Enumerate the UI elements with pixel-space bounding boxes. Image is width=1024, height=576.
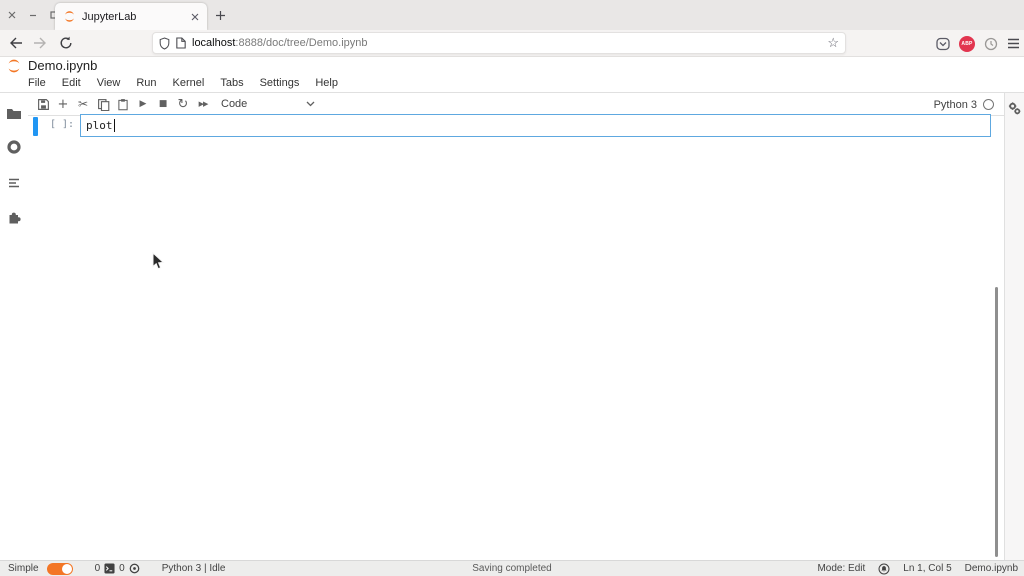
restart-run-all-icon[interactable]: ▶▶ — [196, 97, 210, 111]
page-info-icon[interactable] — [176, 37, 186, 49]
cell-input-prompt: [ ]: — [50, 119, 75, 130]
cell-source-text: plot — [86, 119, 113, 132]
cell-code-editor[interactable]: plot — [80, 114, 991, 137]
bookmark-star-icon[interactable]: ☆ — [827, 35, 839, 51]
right-sidebar — [1004, 93, 1024, 560]
notebook-scrollbar[interactable] — [995, 287, 998, 557]
table-of-contents-icon[interactable] — [6, 175, 22, 191]
tab-title: JupyterLab — [82, 10, 137, 23]
notification-bell-icon[interactable] — [878, 563, 890, 575]
new-tab-button[interactable] — [212, 7, 228, 23]
browser-tab-strip: JupyterLab — [0, 0, 1024, 30]
menu-edit[interactable]: Edit — [54, 76, 89, 93]
file-browser-icon[interactable] — [6, 106, 22, 122]
menu-kernel[interactable]: Kernel — [165, 76, 213, 93]
url-text[interactable]: localhost:8888/doc/tree/Demo.ipynb — [192, 37, 821, 49]
left-sidebar — [0, 93, 28, 560]
paste-cell-icon[interactable] — [116, 97, 130, 111]
cell-type-value: Code — [221, 98, 248, 110]
menu-help[interactable]: Help — [307, 76, 346, 93]
browser-tab-jupyterlab[interactable]: JupyterLab — [55, 3, 207, 30]
menu-tabs[interactable]: Tabs — [212, 76, 251, 93]
window-minimize-button[interactable] — [27, 9, 39, 21]
menu-file[interactable]: File — [20, 76, 54, 93]
copy-cell-icon[interactable] — [96, 97, 110, 111]
menu-view[interactable]: View — [89, 76, 129, 93]
forward-button[interactable] — [28, 32, 52, 54]
main-menu-bar: File Edit View Run Kernel Tabs Settings … — [20, 76, 346, 93]
cursor-position[interactable]: Ln 1, Col 5 — [903, 563, 951, 574]
mouse-cursor — [152, 252, 165, 271]
adblock-extension-icon[interactable]: ABP — [959, 35, 975, 52]
tab-close-icon[interactable] — [191, 13, 199, 21]
run-cell-icon[interactable]: ▶ — [136, 97, 150, 111]
status-bar: Simple 0 0 Python 3 | Idle Saving comple… — [0, 560, 1024, 576]
add-cell-icon[interactable]: + — [56, 97, 70, 111]
extension-manager-icon[interactable] — [6, 210, 22, 226]
menu-settings[interactable]: Settings — [252, 76, 308, 93]
navbar-extensions: ABP — [936, 30, 1020, 57]
menu-hamburger-icon[interactable] — [1007, 38, 1020, 49]
shield-icon[interactable] — [159, 36, 170, 50]
menu-run[interactable]: Run — [128, 76, 164, 93]
kernel-name[interactable]: Python 3 — [934, 99, 977, 111]
restart-kernel-icon[interactable]: ↻ — [176, 97, 190, 111]
interrupt-kernel-icon[interactable]: ■ — [156, 97, 170, 111]
kernel-indicator[interactable]: Python 3 — [934, 93, 994, 116]
text-cursor — [113, 119, 115, 132]
back-button[interactable] — [4, 32, 28, 54]
jupyter-logo — [6, 58, 22, 74]
document-title: Demo.ipynb — [28, 58, 98, 73]
statusbar-filename: Demo.ipynb — [964, 563, 1018, 574]
address-bar[interactable]: localhost:8888/doc/tree/Demo.ipynb ☆ — [152, 32, 846, 54]
cut-cell-icon[interactable]: ✂ — [76, 97, 90, 111]
chevron-down-icon[interactable] — [303, 97, 317, 111]
statusbar-right: Mode: Edit Ln 1, Col 5 Demo.ipynb — [817, 563, 1018, 575]
notebook-toolbar: + ✂ ▶ ■ ↻ ▶▶ Code — [28, 93, 1004, 116]
kernel-status-icon[interactable] — [983, 99, 994, 110]
pocket-icon[interactable] — [936, 37, 950, 51]
url-host: localhost — [192, 37, 236, 49]
running-sessions-icon[interactable] — [6, 139, 22, 155]
cell-type-dropdown[interactable]: Code — [221, 98, 279, 110]
url-path: :8888/doc/tree/Demo.ipynb — [235, 37, 368, 49]
save-icon[interactable] — [36, 97, 50, 111]
cell-collapser[interactable] — [33, 117, 38, 136]
jupyter-favicon — [63, 10, 76, 23]
property-inspector-icon[interactable] — [1007, 100, 1023, 116]
reload-button[interactable] — [54, 32, 78, 54]
window-close-button[interactable] — [6, 9, 18, 21]
window-controls — [6, 0, 60, 30]
mode-indicator[interactable]: Mode: Edit — [817, 563, 865, 574]
history-extension-icon[interactable] — [984, 37, 998, 51]
